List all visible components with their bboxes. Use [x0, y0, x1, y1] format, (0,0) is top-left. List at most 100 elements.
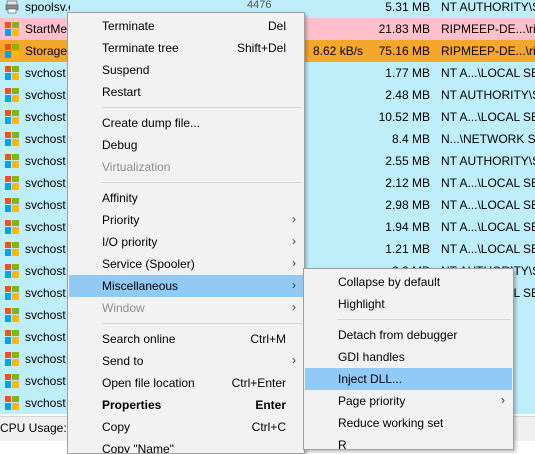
- process-name: Storage: [25, 44, 68, 58]
- process-name: svchost: [25, 396, 66, 410]
- menu-item-label: Affinity: [102, 191, 138, 205]
- menu-item-service[interactable]: Service (Spooler) ›: [69, 253, 303, 275]
- submenu-item-highlight[interactable]: Highlight: [305, 293, 512, 315]
- process-name: StartMe: [25, 22, 68, 36]
- four-color-window-icon: [5, 330, 19, 344]
- menu-item-suspend[interactable]: Suspend: [69, 59, 303, 81]
- menu-item-debug[interactable]: Debug: [69, 134, 303, 156]
- process-name: svchost: [25, 154, 66, 168]
- process-name: svchost: [25, 374, 66, 388]
- four-color-window-icon: [5, 154, 19, 168]
- menu-item-shortcut: Enter: [255, 398, 286, 412]
- process-private-bytes: 21.83 MB: [378, 22, 430, 36]
- menu-item-label: Detach from debugger: [338, 328, 458, 342]
- process-private-bytes: 1.94 MB: [385, 220, 430, 234]
- process-name: svchost: [25, 110, 66, 124]
- process-name: svchost: [25, 352, 66, 366]
- process-private-bytes: 8.4 MB: [391, 132, 430, 146]
- four-color-window-icon: [5, 308, 19, 322]
- menu-item-label: Window: [102, 301, 145, 315]
- menu-item-open-file-location[interactable]: Open file location Ctrl+Enter: [69, 372, 303, 394]
- menu-item-label: Copy: [102, 420, 131, 434]
- process-user-name: NT A...\LOCAL SER: [441, 110, 535, 124]
- process-name: svchost: [25, 330, 66, 344]
- context-menu: Terminate Del Terminate tree Shift+Del Suspe…: [67, 12, 305, 454]
- submenu-item-gdi-handles[interactable]: GDI handles: [305, 346, 512, 368]
- four-color-window-icon: [5, 242, 19, 256]
- four-color-window-icon: [5, 132, 19, 146]
- process-private-bytes: 2.98 MB: [385, 198, 430, 212]
- menu-separator: [101, 182, 302, 183]
- process-user-name: NT AUTHORITY\SY: [441, 0, 535, 14]
- menu-item-restart[interactable]: Restart: [69, 81, 303, 103]
- menu-item-create-dump-file[interactable]: Create dump file...: [69, 112, 303, 134]
- chevron-right-icon: ›: [292, 234, 296, 248]
- menu-item-priority[interactable]: Priority ›: [69, 209, 303, 231]
- four-color-window-icon: [5, 198, 19, 212]
- menu-item-label: Restart: [102, 85, 141, 99]
- four-color-window-icon: [5, 286, 19, 300]
- menu-item-label: Debug: [102, 138, 138, 152]
- process-name: svchost: [25, 308, 66, 322]
- menu-item-miscellaneous[interactable]: Miscellaneous ›: [69, 275, 303, 297]
- chevron-right-icon: ›: [292, 353, 296, 367]
- four-color-window-icon: [5, 22, 19, 36]
- menu-item-label: Open file location: [102, 376, 195, 390]
- menu-item-label: Send to: [102, 354, 144, 368]
- menu-item-label: Inject DLL...: [338, 372, 403, 386]
- menu-separator: [101, 107, 302, 108]
- process-private-bytes: 5.31 MB: [385, 0, 430, 14]
- submenu-item-detach-from-debugger[interactable]: Detach from debugger: [305, 324, 512, 346]
- process-pid: 4476: [247, 0, 272, 11]
- process-private-bytes: 2.48 MB: [385, 88, 430, 102]
- menu-item-terminate-tree[interactable]: Terminate tree Shift+Del: [69, 37, 303, 59]
- menu-item-label: Terminate: [102, 19, 155, 33]
- submenu-item-collapse-by-default[interactable]: Collapse by default: [305, 271, 512, 293]
- process-user-name: NT A...\LOCAL SER: [441, 66, 535, 80]
- submenu-item-reduce-working-set[interactable]: Reduce working set: [305, 412, 512, 434]
- process-io-rate: 8.62 kB/s: [313, 44, 364, 58]
- menu-item-shortcut: Ctrl+C: [251, 420, 286, 434]
- process-name: spoolsv.exe: [25, 0, 70, 14]
- menu-item-copy[interactable]: Copy Ctrl+C: [69, 416, 303, 438]
- menu-item-label: Priority: [102, 213, 140, 227]
- process-name: svchost: [25, 242, 66, 256]
- process-name: svchost: [25, 88, 66, 102]
- process-private-bytes: 10.52 MB: [378, 110, 430, 124]
- process-name: svchost: [25, 132, 66, 146]
- menu-item-properties[interactable]: Properties Enter: [69, 394, 303, 416]
- menu-item-window: Window ›: [69, 297, 303, 319]
- menu-item-copy-name[interactable]: Copy "Name": [69, 438, 303, 453]
- menu-item-label: Miscellaneous: [102, 279, 179, 293]
- menu-item-label: Terminate tree: [102, 41, 179, 55]
- menu-item-label: Collapse by default: [338, 275, 441, 289]
- process-user-name: RIPMEEP-DE...\rip: [441, 44, 535, 58]
- menu-item-shortcut: Ctrl+M: [250, 332, 286, 346]
- chevron-right-icon: ›: [501, 393, 505, 407]
- menu-item-label: Service (Spooler): [102, 257, 195, 271]
- process-name: svchost: [25, 176, 66, 190]
- status-cpu-usage: CPU Usage: 8: [0, 421, 77, 435]
- menu-item-send-to[interactable]: Send to ›: [69, 350, 303, 372]
- process-name: svchost: [25, 66, 66, 80]
- submenu-item-page-priority[interactable]: Page priority ›: [305, 390, 512, 412]
- submenu-item-inject-dll[interactable]: Inject DLL...: [305, 368, 512, 390]
- chevron-right-icon: ›: [292, 300, 296, 314]
- menu-item-shortcut: Ctrl+Enter: [231, 376, 286, 390]
- process-private-bytes: 75.16 MB: [378, 44, 430, 58]
- four-color-window-icon: [5, 44, 19, 58]
- submenu-item-truncated[interactable]: R: [305, 434, 512, 449]
- menu-separator: [337, 319, 511, 320]
- four-color-window-icon: [5, 220, 19, 234]
- process-private-bytes: 1.21 MB: [385, 242, 430, 256]
- menu-item-shortcut: Shift+Del: [236, 41, 286, 55]
- four-color-window-icon: [5, 396, 19, 410]
- four-color-window-icon: [5, 176, 19, 190]
- menu-item-io-priority[interactable]: I/O priority ›: [69, 231, 303, 253]
- menu-item-affinity[interactable]: Affinity: [69, 187, 303, 209]
- menu-item-terminate[interactable]: Terminate Del: [69, 15, 303, 37]
- menu-item-label: Reduce working set: [338, 416, 444, 430]
- four-color-window-icon: [5, 66, 19, 80]
- process-user-name: NT A...\LOCAL SER: [441, 242, 535, 256]
- menu-item-search-online[interactable]: Search online Ctrl+M: [69, 328, 303, 350]
